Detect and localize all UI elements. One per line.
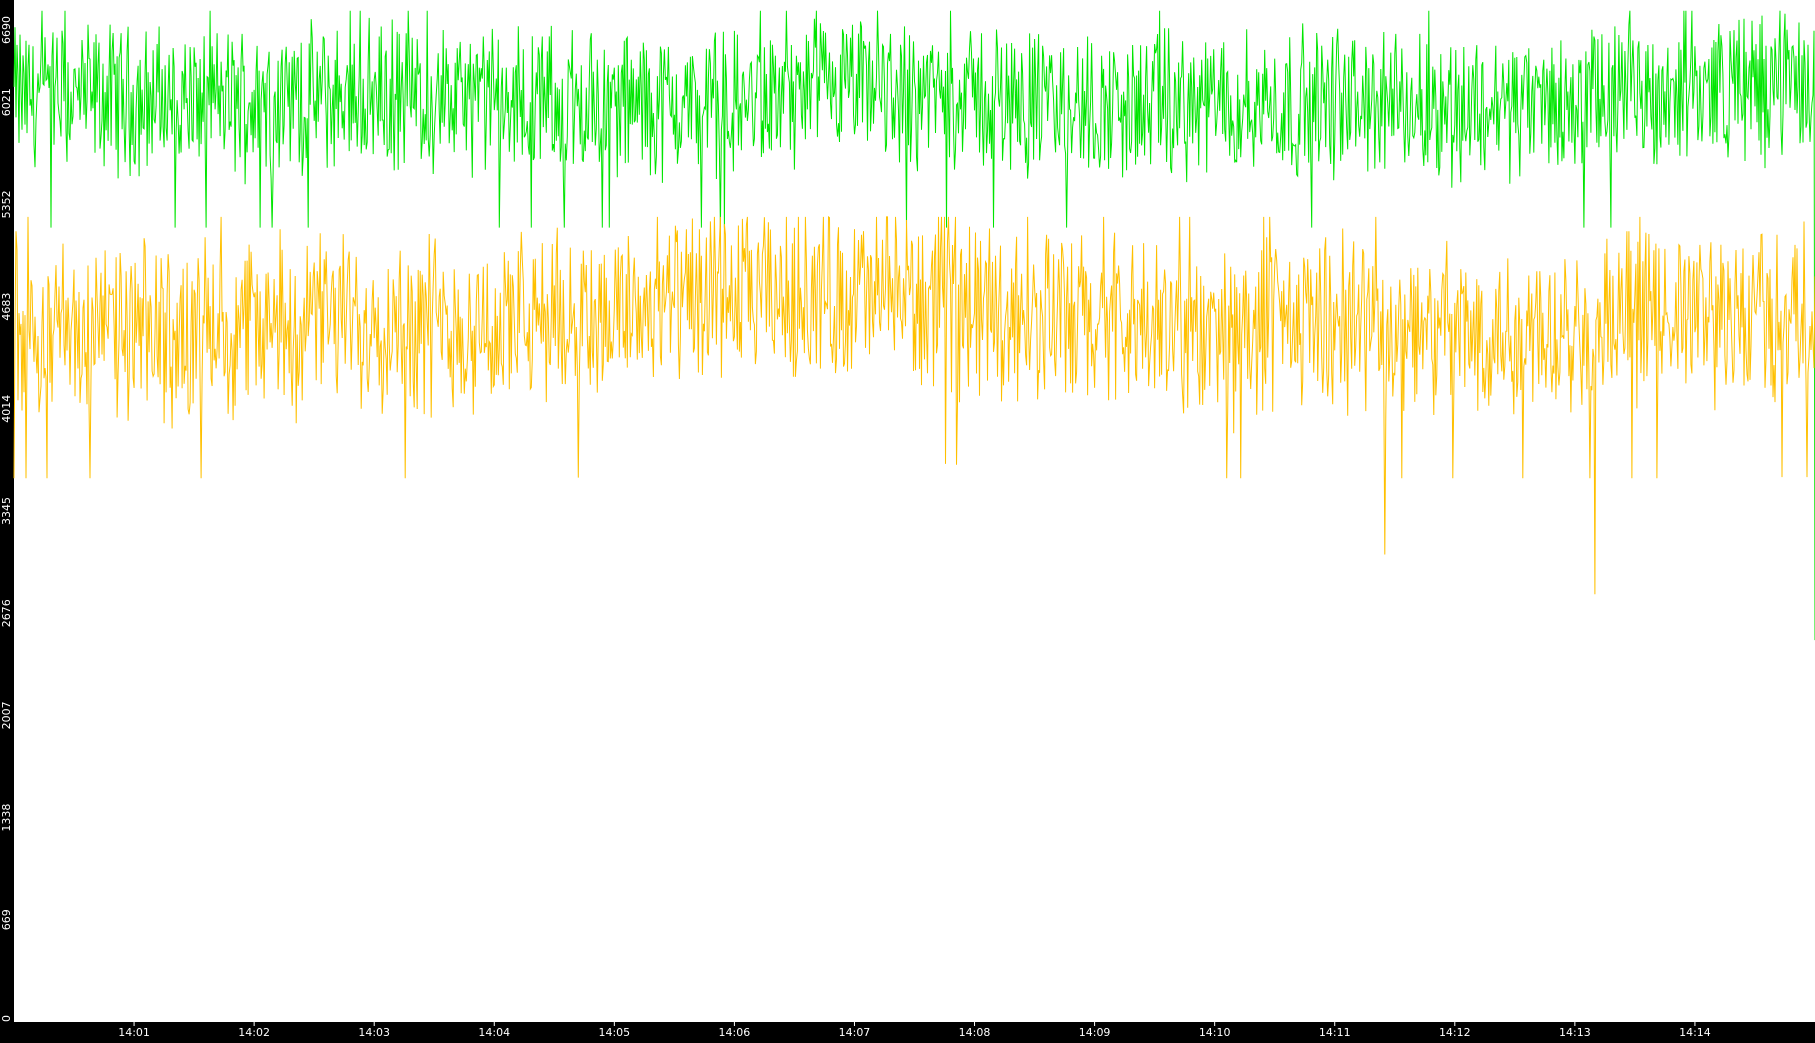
x-axis: 14:01 14:02 14:03 14:04 14:05 14:06 14:07 14:08… xyxy=(118,1022,1711,1039)
chart-svg: 0 669 1338 2007 2676 3345 4014 4683 5352 6021 6690… xyxy=(0,0,1815,1039)
x-tick-label: 14:07 xyxy=(839,1026,871,1039)
x-tick-label: 14:08 xyxy=(959,1026,991,1039)
y-tick-label: 2676 xyxy=(0,599,13,627)
y-tick-label: 2007 xyxy=(0,701,13,729)
y-tick-label: 1338 xyxy=(0,804,13,832)
x-tick-label: 14:05 xyxy=(598,1026,630,1039)
y-tick-label: 6690 xyxy=(0,16,13,44)
x-tick-label: 14:06 xyxy=(719,1026,751,1039)
x-tick-label: 14:14 xyxy=(1679,1026,1711,1039)
y-tick-label: 6021 xyxy=(0,88,13,116)
x-tick-label: 14:03 xyxy=(358,1026,390,1039)
chart: 0 669 1338 2007 2676 3345 4014 4683 5352 6021 6690… xyxy=(0,0,1815,1039)
x-tick-label: 14:02 xyxy=(238,1026,270,1039)
x-tick-label: 14:12 xyxy=(1439,1026,1471,1039)
y-tick-label: 4014 xyxy=(0,395,13,423)
y-tick-label: 3345 xyxy=(0,497,13,525)
x-tick-label: 14:09 xyxy=(1079,1026,1111,1039)
y-tick-label: 0 xyxy=(0,1015,13,1022)
x-tick-label: 14:10 xyxy=(1199,1026,1231,1039)
y-axis: 0 669 1338 2007 2676 3345 4014 4683 5352 6021 6690 xyxy=(0,16,13,1022)
x-tick-label: 14:01 xyxy=(118,1026,150,1039)
x-tick-label: 14:13 xyxy=(1559,1026,1591,1039)
x-tick-label: 14:04 xyxy=(478,1026,510,1039)
x-tick-label: 14:11 xyxy=(1319,1026,1351,1039)
y-tick-label: 5352 xyxy=(0,190,13,218)
plot-area xyxy=(14,0,1815,1022)
y-tick-label: 4683 xyxy=(0,293,13,321)
y-tick-label: 669 xyxy=(0,909,13,930)
